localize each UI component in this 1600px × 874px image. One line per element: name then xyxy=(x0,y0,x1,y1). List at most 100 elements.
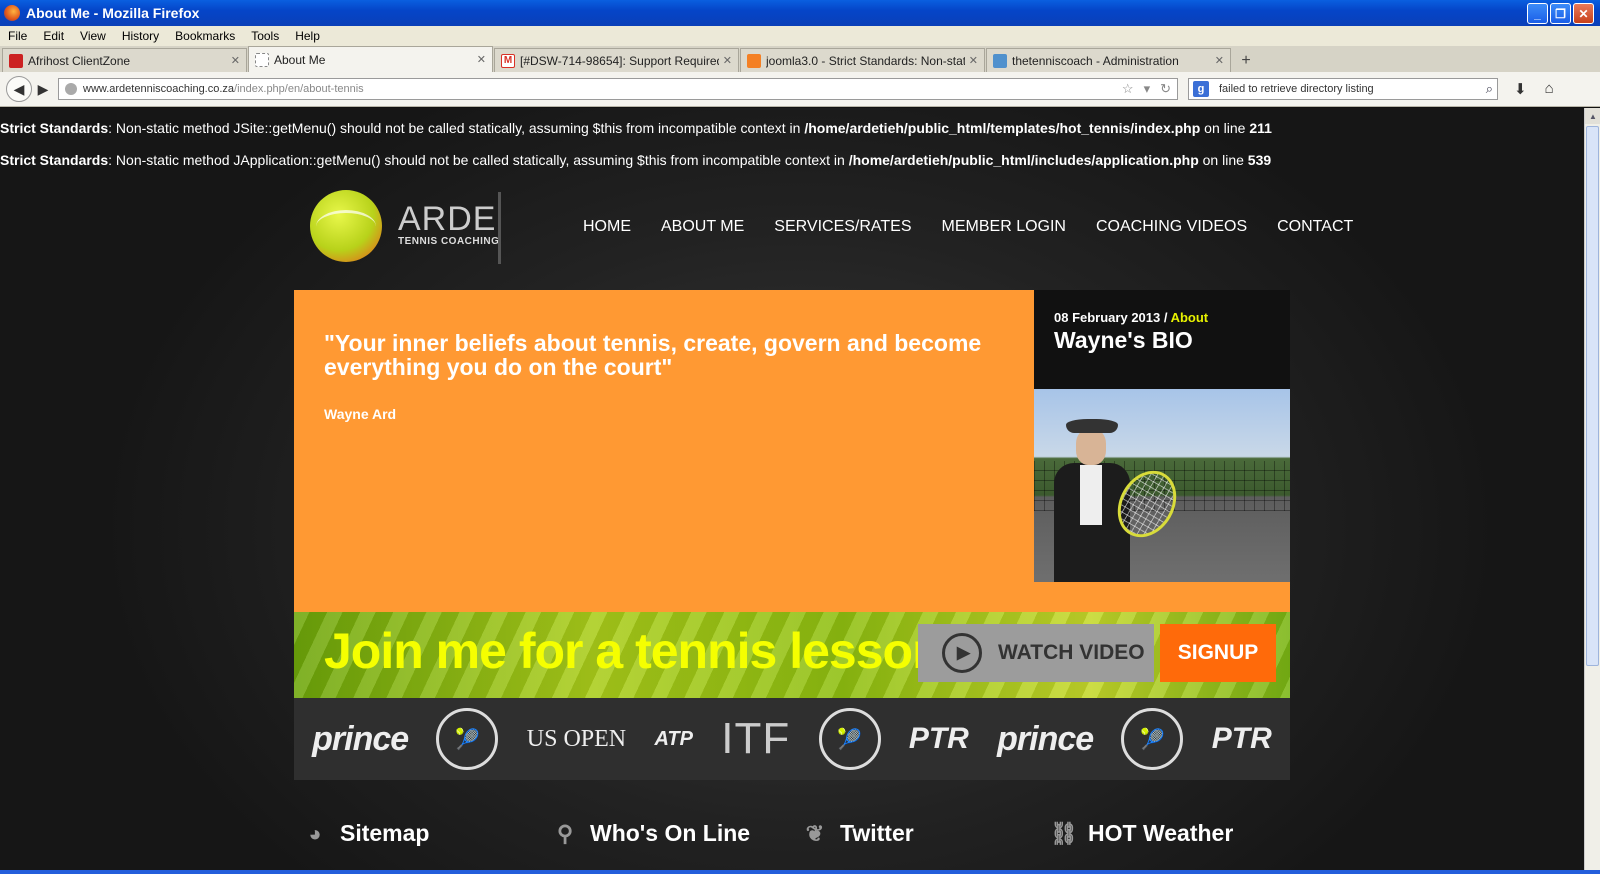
nav-services-rates[interactable]: SERVICES/RATES xyxy=(759,218,926,236)
menu-edit[interactable]: Edit xyxy=(35,29,72,43)
menu-help[interactable]: Help xyxy=(287,29,328,43)
tab-close-icon[interactable]: ✕ xyxy=(1215,54,1224,67)
tab-label: About Me xyxy=(274,52,326,67)
post-title[interactable]: Wayne's BIO xyxy=(1054,327,1193,354)
link-icon: ⛓ xyxy=(1050,820,1078,846)
racket-icon: ⚲ xyxy=(556,820,574,846)
notice-file: /home/ardetieh/public_html/templates/hot… xyxy=(804,120,1201,136)
search-icon[interactable]: ⌕ xyxy=(1486,81,1493,97)
tab-administration[interactable]: thetenniscoach - Administration ✕ xyxy=(986,48,1231,72)
scroll-thumb[interactable] xyxy=(1586,126,1599,666)
main-navigation: HOME ABOUT ME SERVICES/RATES MEMBER LOGI… xyxy=(568,218,1368,236)
menu-tools[interactable]: Tools xyxy=(243,29,287,43)
nav-member-login[interactable]: MEMBER LOGIN xyxy=(927,218,1081,236)
twitter-bird-icon: ❦ xyxy=(805,820,825,846)
post-meta: 08 February 2013 / About xyxy=(1054,310,1208,325)
notice-line: 211 xyxy=(1249,120,1272,136)
logo-name[interactable]: ARDE xyxy=(398,200,496,239)
notice-label: Strict Standards xyxy=(0,120,109,136)
footer-weather: ⛓ HOT Weather xyxy=(1050,820,1233,847)
logo-divider xyxy=(498,192,501,264)
menu-history[interactable]: History xyxy=(114,29,167,43)
promo-headline: Join me for a tennis lesson xyxy=(324,623,943,679)
site-identity-icon[interactable] xyxy=(65,83,77,95)
search-bar[interactable]: g failed to retrieve directory listing ⌕ xyxy=(1188,78,1498,100)
post-category-link[interactable]: About xyxy=(1171,310,1209,325)
downloads-icon[interactable]: ⬇ xyxy=(1514,80,1527,98)
tennis-ball-logo-icon[interactable] xyxy=(310,190,382,262)
url-domain: www.ardetenniscoaching.co.za xyxy=(83,83,235,95)
home-icon[interactable]: ⌂ xyxy=(1545,80,1554,98)
wimbledon-logo-icon: 🎾 xyxy=(436,708,499,770)
tab-close-icon[interactable]: ✕ xyxy=(723,54,732,67)
tab-about-me[interactable]: About Me ✕ xyxy=(248,46,493,72)
back-button[interactable]: ◀ xyxy=(6,76,32,102)
new-tab-button[interactable]: + xyxy=(1234,50,1258,72)
afrihost-favicon-icon xyxy=(9,53,23,68)
footer-whos-online: ⚲ Who's On Line xyxy=(552,820,750,847)
tab-close-icon[interactable]: ✕ xyxy=(969,54,978,67)
page-scrollbar[interactable]: ▲ xyxy=(1584,108,1600,874)
play-icon: ▶ xyxy=(942,633,982,673)
footer-heading: Who's On Line xyxy=(590,820,751,846)
menu-file[interactable]: File xyxy=(0,29,35,43)
tab-close-icon[interactable]: ✕ xyxy=(231,54,240,67)
watch-video-button[interactable]: ▶ WATCH VIDEO xyxy=(918,624,1154,682)
notice-message: : Non-static method JSite::getMenu() sho… xyxy=(108,120,805,136)
promo-banner: Join me for a tennis lesson ▶ WATCH VIDE… xyxy=(294,612,1290,698)
notice-on-line: on line xyxy=(1198,152,1248,168)
tennis-ball-icon: ◕ xyxy=(308,820,322,846)
google-search-engine-icon[interactable]: g xyxy=(1193,81,1209,97)
window-controls: _ ❐ ✕ xyxy=(1527,3,1594,24)
menu-bookmarks[interactable]: Bookmarks xyxy=(167,29,243,43)
notice-on-line: on line xyxy=(1200,120,1250,136)
stackoverflow-icon xyxy=(747,53,761,68)
signup-button[interactable]: SIGNUP xyxy=(1160,624,1276,682)
notice-label: Strict Standards xyxy=(0,152,109,168)
footer-sitemap: ◕ Sitemap xyxy=(302,820,429,847)
tab-label: Afrihost ClientZone xyxy=(28,53,131,68)
notice-line: 539 xyxy=(1247,152,1272,168)
reload-icon[interactable]: ↻ xyxy=(1160,81,1171,97)
quote-author: Wayne Ard xyxy=(324,406,397,422)
forward-button[interactable]: ▶ xyxy=(34,81,52,98)
coach-shirt xyxy=(1080,465,1102,525)
tab-gmail-support[interactable]: M [#DSW-714-98654]: Support Required - .… xyxy=(494,48,739,72)
maximize-button[interactable]: ❐ xyxy=(1550,3,1571,24)
tab-label: thetenniscoach - Administration xyxy=(1012,53,1179,68)
scroll-up-arrow-icon[interactable]: ▲ xyxy=(1585,108,1600,124)
php-notice: Strict Standards: Non-static method JSit… xyxy=(0,120,1272,136)
quote-text: "Your inner beliefs about tennis, create… xyxy=(324,330,982,380)
watch-video-label: WATCH VIDEO xyxy=(998,641,1145,664)
address-bar[interactable]: www.ardetenniscoaching.co.za/index.php/e… xyxy=(58,78,1178,100)
menu-view[interactable]: View xyxy=(72,29,114,43)
prince-logo: prince xyxy=(997,719,1094,758)
footer-twitter: ❦ Twitter xyxy=(802,820,914,847)
prince-logo: prince xyxy=(312,719,409,758)
ptr-logo: PTR xyxy=(908,722,969,755)
bookmark-star-icon[interactable]: ☆ xyxy=(1122,81,1134,97)
nav-about-me[interactable]: ABOUT ME xyxy=(646,218,759,236)
gmail-icon: M xyxy=(501,53,515,68)
tab-close-icon[interactable]: ✕ xyxy=(477,53,486,66)
nav-coaching-videos[interactable]: COACHING VIDEOS xyxy=(1081,218,1262,236)
tab-joomla-stackoverflow[interactable]: joomla3.0 - Strict Standards: Non-static… xyxy=(740,48,985,72)
post-date: 08 February 2013 xyxy=(1054,310,1161,325)
coach-figure xyxy=(1050,419,1188,582)
nav-contact[interactable]: CONTACT xyxy=(1262,218,1368,236)
coach-photo xyxy=(1034,389,1290,582)
notice-message: : Non-static method JApplication::getMen… xyxy=(108,152,849,168)
tab-bar: Afrihost ClientZone ✕ About Me ✕ M [#DSW… xyxy=(0,46,1600,72)
post-separator: / xyxy=(1160,310,1171,325)
search-input[interactable]: failed to retrieve directory listing xyxy=(1219,83,1374,95)
history-dropdown-icon[interactable]: ▾ xyxy=(1144,81,1151,97)
window-titlebar: About Me - Mozilla Firefox _ ❐ ✕ xyxy=(0,0,1600,26)
coach-hat xyxy=(1066,419,1118,433)
nav-home[interactable]: HOME xyxy=(568,218,646,236)
us-open-logo: US OPEN xyxy=(526,725,627,752)
tab-afrihost[interactable]: Afrihost ClientZone ✕ xyxy=(2,48,247,72)
coach-face xyxy=(1076,429,1106,465)
minimize-button[interactable]: _ xyxy=(1527,3,1548,24)
close-window-button[interactable]: ✕ xyxy=(1573,3,1594,24)
footer-heading: HOT Weather xyxy=(1088,820,1234,846)
